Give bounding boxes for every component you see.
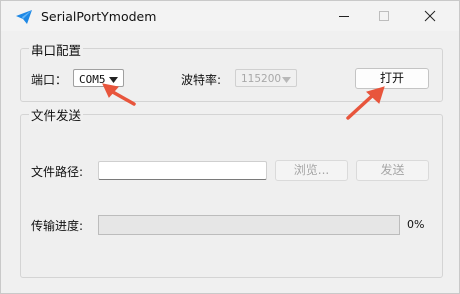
browse-button[interactable]: 浏览...	[275, 160, 348, 181]
file-path-input[interactable]	[98, 161, 267, 180]
paper-plane-icon	[16, 10, 32, 24]
port-select-value: COM5	[79, 73, 106, 86]
port-select[interactable]: COM5	[73, 69, 124, 87]
port-label: 端口：	[31, 73, 68, 87]
baud-select[interactable]: 115200	[235, 69, 297, 87]
send-button[interactable]: 发送	[356, 160, 429, 181]
serial-config-title: 串口配置	[29, 40, 84, 59]
maximize-button[interactable]	[361, 1, 407, 31]
minimize-icon	[339, 16, 349, 17]
dropdown-arrow-icon	[109, 77, 118, 83]
dropdown-arrow-icon	[282, 77, 291, 83]
baud-label: 波特率:	[181, 73, 222, 87]
file-send-group	[20, 114, 443, 278]
transfer-progress-bar	[98, 215, 400, 235]
close-icon	[424, 10, 436, 22]
close-button[interactable]	[407, 1, 453, 31]
progress-label: 传输进度:	[31, 219, 84, 233]
open-port-button[interactable]: 打开	[355, 68, 429, 89]
progress-percent: 0%	[407, 218, 425, 231]
app-window: SerialPortYmodem 串口配置 端口： COM5 波特率: 1152…	[0, 0, 460, 294]
title-bar[interactable]: SerialPortYmodem	[1, 1, 459, 31]
file-send-title: 文件发送	[29, 105, 84, 124]
maximize-icon	[379, 11, 389, 21]
baud-select-value: 115200	[241, 73, 282, 85]
window-title: SerialPortYmodem	[41, 9, 157, 24]
file-path-label: 文件路径:	[31, 165, 84, 179]
